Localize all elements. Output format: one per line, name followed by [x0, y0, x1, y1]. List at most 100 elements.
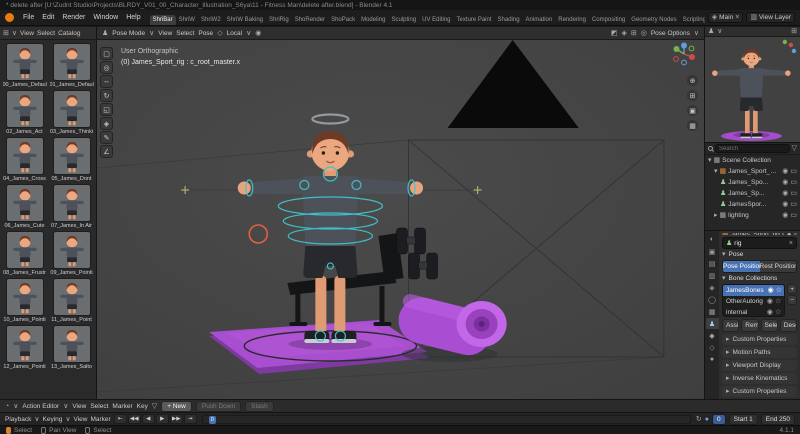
navigation-gizmo[interactable]: [672, 42, 696, 68]
viewport-menu-view[interactable]: View: [158, 30, 172, 37]
add-collection-button[interactable]: +: [787, 284, 797, 294]
workspace-tab[interactable]: ShriW: [176, 15, 198, 25]
auto-key-icon[interactable]: ●: [705, 416, 709, 423]
outliner-row-armature[interactable]: ♟ James_Spo... ◉ ▭: [705, 177, 800, 188]
tab-render[interactable]: ▣: [706, 246, 719, 257]
transform-tool[interactable]: ◈: [100, 117, 113, 130]
stash-button[interactable]: Stash: [245, 401, 274, 412]
asset-menu-select[interactable]: Select: [37, 30, 55, 37]
push-down-button[interactable]: Push Down: [196, 401, 241, 412]
asset-item[interactable]: 03_James_Thinki: [49, 90, 94, 135]
workspace-tab[interactable]: Rendering: [555, 15, 589, 25]
editor-type-icon[interactable]: ♟: [102, 30, 108, 37]
select-box-tool[interactable]: ▢: [100, 47, 113, 60]
chevron-right-icon[interactable]: ▸: [714, 212, 718, 219]
tab-tool[interactable]: ◐: [706, 234, 719, 245]
menu-help[interactable]: Help: [122, 12, 144, 23]
deselect-button[interactable]: Deselect: [780, 319, 797, 332]
scene-selector[interactable]: ◈ Main ×: [708, 12, 744, 23]
rotate-tool[interactable]: ↻: [100, 89, 113, 102]
tab-view-layer[interactable]: ▥: [706, 270, 719, 281]
chevron-down-icon[interactable]: ∨: [65, 416, 70, 423]
dope-menu-select[interactable]: Select: [90, 403, 108, 410]
workspace-tab[interactable]: Shading: [495, 15, 523, 25]
eye-icon[interactable]: ◉: [782, 201, 788, 208]
workspace-tab[interactable]: ShriBar: [150, 15, 176, 25]
panel-custom-properties[interactable]: ▸ Custom Properties: [722, 334, 797, 345]
remove-button[interactable]: Remove: [741, 319, 758, 332]
play-button[interactable]: ▶: [156, 414, 169, 424]
asset-item[interactable]: 05_James_Dont: [49, 137, 94, 182]
solo-star-icon[interactable]: ☆: [775, 309, 781, 316]
jump-to-start-button[interactable]: ⇤: [114, 414, 127, 424]
filter-icon[interactable]: ▽: [152, 403, 157, 410]
new-action-button[interactable]: + New: [161, 401, 192, 412]
tab-physics[interactable]: ●: [706, 354, 719, 365]
timeline-menu-keying[interactable]: Keying: [43, 416, 63, 423]
timeline-ruler[interactable]: 0: [202, 415, 691, 424]
menu-render[interactable]: Render: [58, 12, 89, 23]
scale-tool[interactable]: ◱: [100, 103, 113, 116]
asset-item[interactable]: 07_James_In Air: [49, 184, 94, 229]
chevron-expanded-icon[interactable]: ▾: [708, 157, 712, 164]
ortho-toggle-icon[interactable]: ▦: [687, 120, 698, 131]
play-reverse-button[interactable]: ◀: [142, 414, 155, 424]
shading-toggle-icon[interactable]: ⊞: [791, 28, 797, 35]
chevron-down-icon[interactable]: ∨: [34, 416, 39, 423]
camera-view-icon[interactable]: ▣: [687, 105, 698, 116]
rest-position-button[interactable]: Rest Position: [760, 261, 797, 272]
secondary-viewport-canvas[interactable]: [705, 37, 800, 142]
timeline-menu-playback[interactable]: Playback: [5, 416, 31, 423]
bone-collections-header[interactable]: ▾ Bone Collections: [722, 275, 797, 282]
asset-item[interactable]: 01_James_Default: [49, 43, 94, 88]
asset-item[interactable]: 12_James_Pointi: [2, 325, 47, 370]
workspace-tab[interactable]: ShriW2: [198, 15, 224, 25]
workspace-tab[interactable]: Scripting: [680, 15, 705, 25]
overlay-toggle-icon[interactable]: ◩: [611, 30, 618, 37]
close-icon[interactable]: ×: [735, 14, 739, 21]
proportional-edit-icon[interactable]: ◉: [255, 30, 261, 37]
prev-keyframe-button[interactable]: ◀◀: [128, 414, 141, 424]
eye-icon[interactable]: ◉: [782, 168, 788, 175]
chevron-down-icon[interactable]: ∨: [13, 403, 18, 410]
eye-icon[interactable]: ◉: [782, 212, 788, 219]
asset-menu-catalog[interactable]: Catalog: [58, 30, 80, 37]
chevron-down-icon[interactable]: ∨: [694, 30, 699, 37]
screen-icon[interactable]: ▭: [790, 201, 797, 208]
workspace-tab[interactable]: ShriW Baking: [224, 15, 266, 25]
tab-scene[interactable]: ◈: [706, 282, 719, 293]
pan-icon[interactable]: ⊞: [687, 90, 698, 101]
bone-collection-row[interactable]: OtherAutorig ◉ ☆: [723, 296, 784, 307]
menu-file[interactable]: File: [19, 12, 38, 23]
move-tool[interactable]: ↔: [100, 75, 113, 88]
screen-icon[interactable]: ▭: [790, 179, 797, 186]
solo-star-icon[interactable]: ☆: [776, 287, 782, 294]
pose-options-dropdown[interactable]: Pose Options: [651, 30, 690, 37]
frame-start-field[interactable]: Start 1: [729, 414, 758, 425]
menu-edit[interactable]: Edit: [38, 12, 58, 23]
asset-item[interactable]: 11_James_Point: [49, 278, 94, 323]
panel-custom-properties[interactable]: ▸ Custom Properties: [722, 386, 797, 397]
screen-icon[interactable]: ▭: [790, 212, 797, 219]
breadcrumb-data[interactable]: rig: [794, 233, 797, 235]
chevron-down-icon[interactable]: ∨: [12, 30, 17, 37]
chevron-expanded-icon[interactable]: ▾: [714, 168, 718, 175]
editor-type-icon[interactable]: ♟: [708, 28, 714, 35]
solo-star-icon[interactable]: ☆: [775, 298, 781, 305]
asset-item[interactable]: 02_James_Act: [2, 90, 47, 135]
datablock-name-field[interactable]: ♟ rig ×: [722, 237, 797, 249]
remove-collection-button[interactable]: −: [787, 295, 797, 305]
outliner-row-collection[interactable]: ▸ ▦ lighting ◉ ▭: [705, 210, 800, 221]
tab-bone[interactable]: ◆: [706, 330, 719, 341]
current-frame-field[interactable]: 0: [712, 414, 726, 425]
screen-icon[interactable]: ▭: [790, 190, 797, 197]
tab-world[interactable]: ◯: [706, 294, 719, 305]
workspace-tab[interactable]: Animation: [523, 15, 556, 25]
editor-type-icon[interactable]: ◔: [5, 403, 9, 410]
outliner-row-collection[interactable]: ▾ ▦ James_Sport_b... ◉ ▭: [705, 166, 800, 177]
pose-position-button[interactable]: Pose Position: [723, 261, 760, 272]
chevron-down-icon[interactable]: ∨: [717, 28, 722, 35]
editor-mode-dropdown[interactable]: Action Editor: [22, 403, 59, 410]
breadcrumb-object[interactable]: James_Sport_rig: [731, 233, 780, 235]
workspace-tab[interactable]: Sculpting: [388, 15, 419, 25]
